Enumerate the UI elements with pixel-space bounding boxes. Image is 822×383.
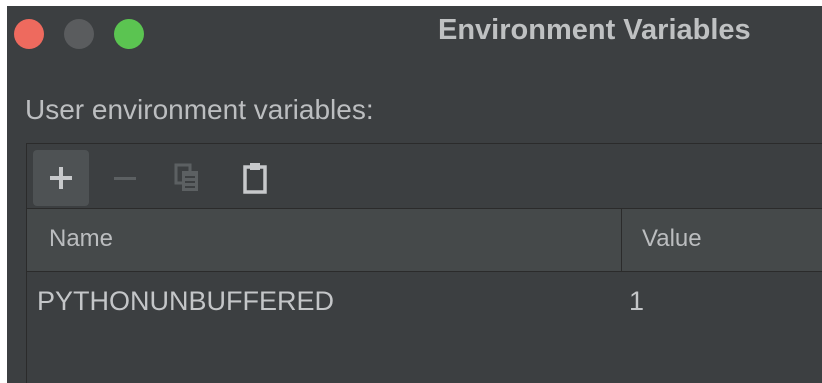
variable-value-cell[interactable]: 1 [629, 286, 644, 317]
copy-variable-button[interactable] [159, 150, 215, 206]
paste-icon [243, 163, 267, 194]
paste-variable-button[interactable] [227, 150, 283, 206]
environment-variables-window: Environment Variables User environment v… [7, 6, 822, 383]
table-toolbar [27, 144, 822, 209]
remove-icon [114, 177, 136, 180]
column-divider[interactable] [621, 209, 622, 271]
title-bar: Environment Variables [7, 6, 822, 58]
minimize-window-button[interactable] [64, 19, 94, 49]
table-header-row: Name Value [27, 209, 822, 272]
zoom-window-button[interactable] [114, 19, 144, 49]
column-header-name[interactable]: Name [49, 225, 113, 253]
env-vars-table-panel: Name Value PYTHONUNBUFFERED 1 [26, 143, 822, 383]
add-variable-button[interactable] [33, 150, 89, 206]
column-header-value[interactable]: Value [642, 225, 702, 253]
add-icon [50, 167, 72, 189]
remove-variable-button[interactable] [97, 150, 153, 206]
copy-icon [174, 163, 198, 191]
window-title: Environment Variables [438, 14, 751, 46]
table-row[interactable]: PYTHONUNBUFFERED 1 [27, 272, 822, 332]
section-label: User environment variables: [25, 94, 374, 125]
variable-name-cell[interactable]: PYTHONUNBUFFERED [37, 286, 334, 317]
close-window-button[interactable] [14, 19, 44, 49]
